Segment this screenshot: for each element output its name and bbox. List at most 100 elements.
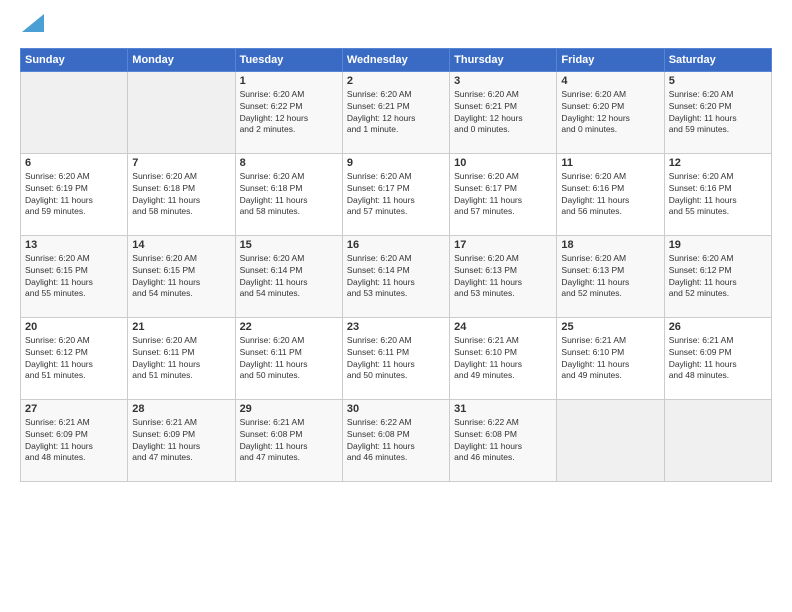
day-number: 29 [240, 403, 338, 415]
day-info: Sunrise: 6:20 AM Sunset: 6:15 PM Dayligh… [25, 253, 123, 301]
day-cell: 28 Sunrise: 6:21 AM Sunset: 6:09 PM Dayli… [128, 399, 235, 481]
day-info: Sunrise: 6:21 AM Sunset: 6:10 PM Dayligh… [561, 335, 659, 383]
day-number: 11 [561, 157, 659, 169]
day-cell: 23 Sunrise: 6:20 AM Sunset: 6:11 PM Dayli… [342, 317, 449, 399]
day-cell: 6 Sunrise: 6:20 AM Sunset: 6:19 PM Daylig… [21, 153, 128, 235]
day-number: 6 [25, 157, 123, 169]
day-number: 25 [561, 321, 659, 333]
day-number: 26 [669, 321, 767, 333]
day-info: Sunrise: 6:20 AM Sunset: 6:21 PM Dayligh… [454, 89, 552, 137]
day-number: 18 [561, 239, 659, 251]
day-cell: 3 Sunrise: 6:20 AM Sunset: 6:21 PM Daylig… [450, 71, 557, 153]
day-cell [128, 71, 235, 153]
day-info: Sunrise: 6:20 AM Sunset: 6:14 PM Dayligh… [347, 253, 445, 301]
day-cell: 21Sunrise: 6:20 AM Sunset: 6:11 PM Dayli… [128, 317, 235, 399]
day-cell: 22 Sunrise: 6:20 AM Sunset: 6:11 PM Dayli… [235, 317, 342, 399]
day-cell: 14 Sunrise: 6:20 AM Sunset: 6:15 PM Dayli… [128, 235, 235, 317]
day-cell: 11 Sunrise: 6:20 AM Sunset: 6:16 PM Dayli… [557, 153, 664, 235]
day-number: 15 [240, 239, 338, 251]
day-number: 17 [454, 239, 552, 251]
day-cell: 18 Sunrise: 6:20 AM Sunset: 6:13 PM Dayli… [557, 235, 664, 317]
day-number: 3 [454, 75, 552, 87]
col-header-friday: Friday [557, 48, 664, 71]
day-number: 23 [347, 321, 445, 333]
day-info: Sunrise: 6:20 AM Sunset: 6:11 PM Dayligh… [240, 335, 338, 383]
day-cell: 8 Sunrise: 6:20 AM Sunset: 6:18 PM Daylig… [235, 153, 342, 235]
day-number: 9 [347, 157, 445, 169]
header-row: SundayMondayTuesdayWednesdayThursdayFrid… [21, 48, 772, 71]
day-info: Sunrise: 6:20 AM Sunset: 6:18 PM Dayligh… [132, 171, 230, 219]
day-info: Sunrise: 6:20 AM Sunset: 6:14 PM Dayligh… [240, 253, 338, 301]
col-header-saturday: Saturday [664, 48, 771, 71]
day-info: Sunrise: 6:21 AM Sunset: 6:08 PM Dayligh… [240, 417, 338, 465]
day-info: Sunrise: 6:22 AM Sunset: 6:08 PM Dayligh… [347, 417, 445, 465]
day-cell: 31Sunrise: 6:22 AM Sunset: 6:08 PM Dayli… [450, 399, 557, 481]
day-info: Sunrise: 6:20 AM Sunset: 6:16 PM Dayligh… [669, 171, 767, 219]
page: SundayMondayTuesdayWednesdayThursdayFrid… [0, 0, 792, 612]
day-number: 8 [240, 157, 338, 169]
day-cell: 2Sunrise: 6:20 AM Sunset: 6:21 PM Daylig… [342, 71, 449, 153]
day-number: 19 [669, 239, 767, 251]
day-cell: 20Sunrise: 6:20 AM Sunset: 6:12 PM Dayli… [21, 317, 128, 399]
day-info: Sunrise: 6:21 AM Sunset: 6:09 PM Dayligh… [25, 417, 123, 465]
day-cell: 19 Sunrise: 6:20 AM Sunset: 6:12 PM Dayli… [664, 235, 771, 317]
day-number: 1 [240, 75, 338, 87]
week-row-4: 20Sunrise: 6:20 AM Sunset: 6:12 PM Dayli… [21, 317, 772, 399]
day-info: Sunrise: 6:20 AM Sunset: 6:11 PM Dayligh… [347, 335, 445, 383]
day-info: Sunrise: 6:20 AM Sunset: 6:13 PM Dayligh… [454, 253, 552, 301]
day-number: 4 [561, 75, 659, 87]
day-number: 24 [454, 321, 552, 333]
col-header-wednesday: Wednesday [342, 48, 449, 71]
day-info: Sunrise: 6:20 AM Sunset: 6:12 PM Dayligh… [669, 253, 767, 301]
day-cell: 10 Sunrise: 6:20 AM Sunset: 6:17 PM Dayli… [450, 153, 557, 235]
day-number: 28 [132, 403, 230, 415]
day-info: Sunrise: 6:20 AM Sunset: 6:15 PM Dayligh… [132, 253, 230, 301]
day-number: 21 [132, 321, 230, 333]
day-number: 31 [454, 403, 552, 415]
day-info: Sunrise: 6:20 AM Sunset: 6:20 PM Dayligh… [561, 89, 659, 137]
day-info: Sunrise: 6:20 AM Sunset: 6:21 PM Dayligh… [347, 89, 445, 137]
col-header-sunday: Sunday [21, 48, 128, 71]
day-number: 14 [132, 239, 230, 251]
day-info: Sunrise: 6:20 AM Sunset: 6:17 PM Dayligh… [347, 171, 445, 219]
day-number: 22 [240, 321, 338, 333]
day-info: Sunrise: 6:20 AM Sunset: 6:12 PM Dayligh… [25, 335, 123, 383]
day-number: 27 [25, 403, 123, 415]
week-row-3: 13Sunrise: 6:20 AM Sunset: 6:15 PM Dayli… [21, 235, 772, 317]
day-cell: 13Sunrise: 6:20 AM Sunset: 6:15 PM Dayli… [21, 235, 128, 317]
day-cell: 30Sunrise: 6:22 AM Sunset: 6:08 PM Dayli… [342, 399, 449, 481]
header [20, 18, 772, 38]
day-info: Sunrise: 6:20 AM Sunset: 6:19 PM Dayligh… [25, 171, 123, 219]
day-info: Sunrise: 6:20 AM Sunset: 6:17 PM Dayligh… [454, 171, 552, 219]
calendar-table: SundayMondayTuesdayWednesdayThursdayFrid… [20, 48, 772, 482]
day-cell: 15 Sunrise: 6:20 AM Sunset: 6:14 PM Dayli… [235, 235, 342, 317]
day-cell: 25 Sunrise: 6:21 AM Sunset: 6:10 PM Dayli… [557, 317, 664, 399]
day-info: Sunrise: 6:20 AM Sunset: 6:13 PM Dayligh… [561, 253, 659, 301]
day-number: 7 [132, 157, 230, 169]
day-info: Sunrise: 6:21 AM Sunset: 6:09 PM Dayligh… [132, 417, 230, 465]
day-cell [557, 399, 664, 481]
day-cell: 17 Sunrise: 6:20 AM Sunset: 6:13 PM Dayli… [450, 235, 557, 317]
col-header-thursday: Thursday [450, 48, 557, 71]
day-cell: 26Sunrise: 6:21 AM Sunset: 6:09 PM Dayli… [664, 317, 771, 399]
day-cell: 4 Sunrise: 6:20 AM Sunset: 6:20 PM Daylig… [557, 71, 664, 153]
week-row-2: 6 Sunrise: 6:20 AM Sunset: 6:19 PM Daylig… [21, 153, 772, 235]
day-cell [664, 399, 771, 481]
day-cell [21, 71, 128, 153]
day-cell: 27 Sunrise: 6:21 AM Sunset: 6:09 PM Dayli… [21, 399, 128, 481]
day-cell: 24 Sunrise: 6:21 AM Sunset: 6:10 PM Dayli… [450, 317, 557, 399]
day-info: Sunrise: 6:20 AM Sunset: 6:18 PM Dayligh… [240, 171, 338, 219]
day-info: Sunrise: 6:20 AM Sunset: 6:16 PM Dayligh… [561, 171, 659, 219]
day-cell: 9 Sunrise: 6:20 AM Sunset: 6:17 PM Daylig… [342, 153, 449, 235]
logo-icon [22, 14, 44, 32]
day-number: 12 [669, 157, 767, 169]
day-cell: 1Sunrise: 6:20 AM Sunset: 6:22 PM Daylig… [235, 71, 342, 153]
col-header-tuesday: Tuesday [235, 48, 342, 71]
day-number: 16 [347, 239, 445, 251]
day-cell: 16 Sunrise: 6:20 AM Sunset: 6:14 PM Dayli… [342, 235, 449, 317]
week-row-1: 1Sunrise: 6:20 AM Sunset: 6:22 PM Daylig… [21, 71, 772, 153]
week-row-5: 27 Sunrise: 6:21 AM Sunset: 6:09 PM Dayli… [21, 399, 772, 481]
day-info: Sunrise: 6:21 AM Sunset: 6:10 PM Dayligh… [454, 335, 552, 383]
day-number: 10 [454, 157, 552, 169]
day-info: Sunrise: 6:20 AM Sunset: 6:20 PM Dayligh… [669, 89, 767, 137]
